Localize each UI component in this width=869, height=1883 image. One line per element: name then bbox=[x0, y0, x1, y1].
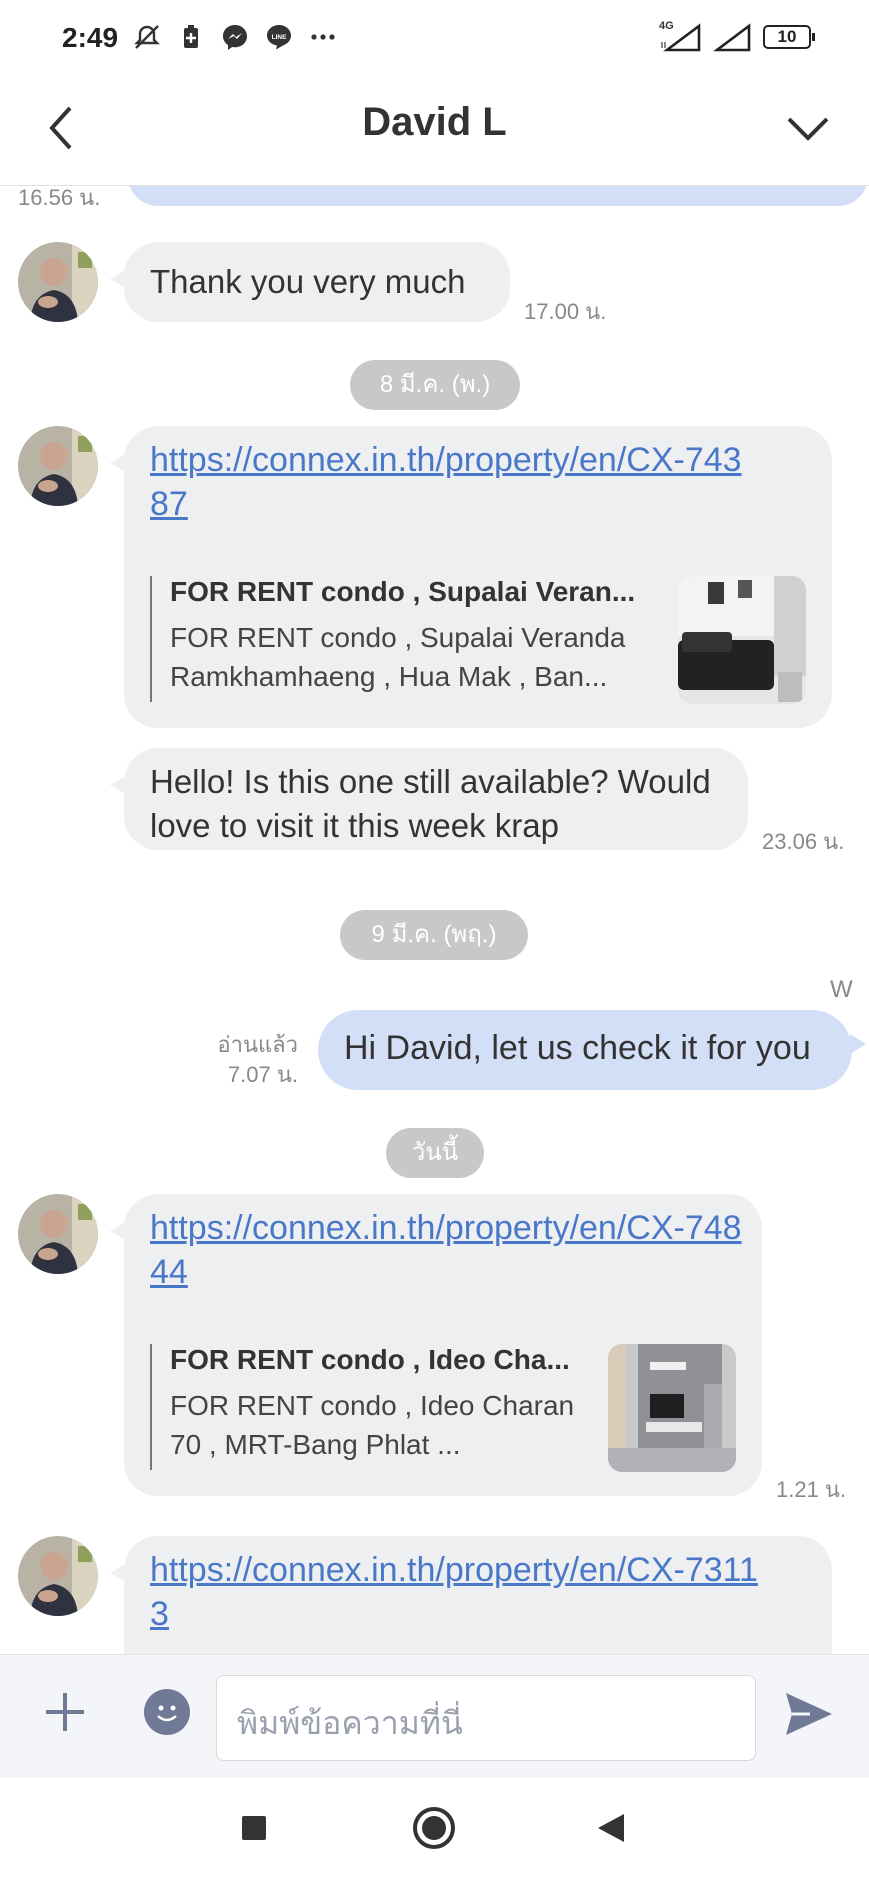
message-text: Thank you very much bbox=[150, 263, 466, 300]
avatar[interactable] bbox=[18, 242, 98, 322]
message-time: 23.06 น. bbox=[762, 829, 845, 854]
status-notification-icons: LINE bbox=[132, 22, 338, 52]
avatar[interactable] bbox=[18, 1536, 98, 1616]
link-preview-title: FOR RENT condo , Ideo Cha... bbox=[170, 1344, 570, 1375]
message-time: 16.56 น. bbox=[18, 186, 101, 210]
signal-4g-icon: 4G bbox=[659, 20, 703, 52]
message-input[interactable]: พิมพ์ข้อความที่นี่ bbox=[216, 1675, 756, 1761]
message-time: 1.21 น. bbox=[776, 1477, 847, 1502]
send-icon[interactable] bbox=[780, 1685, 838, 1743]
nav-back-icon[interactable] bbox=[596, 1812, 626, 1844]
link-preview-thumbnail[interactable] bbox=[678, 576, 806, 704]
chat-title[interactable]: David L bbox=[0, 100, 869, 145]
plus-icon[interactable] bbox=[40, 1687, 90, 1737]
more-icon bbox=[311, 34, 335, 40]
message-time: 17.00 น. bbox=[524, 299, 607, 324]
system-navigation-bar bbox=[0, 1778, 869, 1883]
message-input-bar: พิมพ์ข้อความที่นี่ bbox=[0, 1654, 869, 1778]
message-text: Hello! Is this one still available? Woul… bbox=[150, 763, 711, 844]
status-bar: 2:49 LINE 4G 10 bbox=[0, 0, 869, 76]
avatar[interactable] bbox=[18, 1194, 98, 1274]
link-preview-title: FOR RENT condo , Supalai Veran... bbox=[170, 576, 636, 607]
link-message-bubble[interactable]: https://connex.in.th/property/en/CX-7484… bbox=[110, 1194, 762, 1496]
avatar[interactable] bbox=[18, 426, 98, 506]
signal-icon bbox=[713, 23, 751, 52]
date-separator: วันนี้ bbox=[386, 1128, 484, 1178]
link-preview-description: FOR RENT condo , Ideo Charan 70 , MRT-Ba… bbox=[170, 1390, 575, 1460]
link-message-bubble[interactable]: https://connex.in.th/property/en/CX-7311… bbox=[110, 1536, 832, 1654]
link-preview-thumbnail[interactable] bbox=[608, 1344, 736, 1472]
mute-icon bbox=[134, 25, 160, 49]
line-icon: LINE bbox=[267, 25, 291, 50]
messenger-icon bbox=[223, 25, 247, 50]
chevron-down-icon[interactable] bbox=[781, 102, 835, 156]
battery-saver-icon bbox=[184, 25, 198, 48]
link-message-bubble[interactable]: https://connex.in.th/property/en/CX-7438… bbox=[110, 426, 832, 728]
message-link[interactable]: https://connex.in.th/property/en/CX-7311… bbox=[150, 1548, 760, 1636]
battery-indicator: 10 bbox=[763, 25, 815, 49]
link-preview-description: FOR RENT condo , Supalai Veranda Ramkham… bbox=[170, 622, 626, 692]
emoji-icon[interactable] bbox=[144, 1689, 190, 1735]
previous-message-bubble bbox=[128, 186, 868, 206]
status-system-icons: 4G 10 bbox=[659, 20, 815, 52]
message-link[interactable]: https://connex.in.th/property/en/CX-7484… bbox=[150, 1206, 746, 1294]
date-separator: 9 มี.ค. (พฤ.) bbox=[340, 910, 528, 960]
message-time: 7.07 น. bbox=[227, 1062, 298, 1087]
read-label: อ่านแล้ว bbox=[217, 1032, 298, 1057]
status-time: 2:49 bbox=[62, 22, 119, 53]
nav-home-icon[interactable] bbox=[412, 1806, 456, 1850]
link-preview[interactable]: FOR RENT condo , Supalai Veran... FOR RE… bbox=[150, 576, 650, 702]
message-link[interactable]: https://connex.in.th/property/en/CX-7438… bbox=[150, 438, 760, 526]
message-bubble[interactable]: Hello! Is this one still available? Woul… bbox=[110, 748, 748, 850]
chat-message-list[interactable]: 16.56 น. Thank you very much 17.00 น. 8 … bbox=[0, 186, 869, 1654]
message-bubble[interactable]: Thank you very much bbox=[110, 242, 510, 322]
nav-recents-icon[interactable] bbox=[240, 1814, 268, 1842]
svg-text:LINE: LINE bbox=[272, 34, 287, 41]
date-separator: 8 มี.ค. (พ.) bbox=[350, 360, 520, 410]
link-preview[interactable]: FOR RENT condo , Ideo Cha... FOR RENT co… bbox=[150, 1344, 580, 1470]
read-receipt: อ่านแล้ว 7.07 น. bbox=[200, 1030, 298, 1090]
sender-initial: W bbox=[830, 976, 853, 1003]
outgoing-message-bubble[interactable]: Hi David, let us check it for you bbox=[318, 1010, 866, 1090]
message-text: Hi David, let us check it for you bbox=[344, 1029, 811, 1067]
chat-header: David L bbox=[0, 76, 869, 186]
